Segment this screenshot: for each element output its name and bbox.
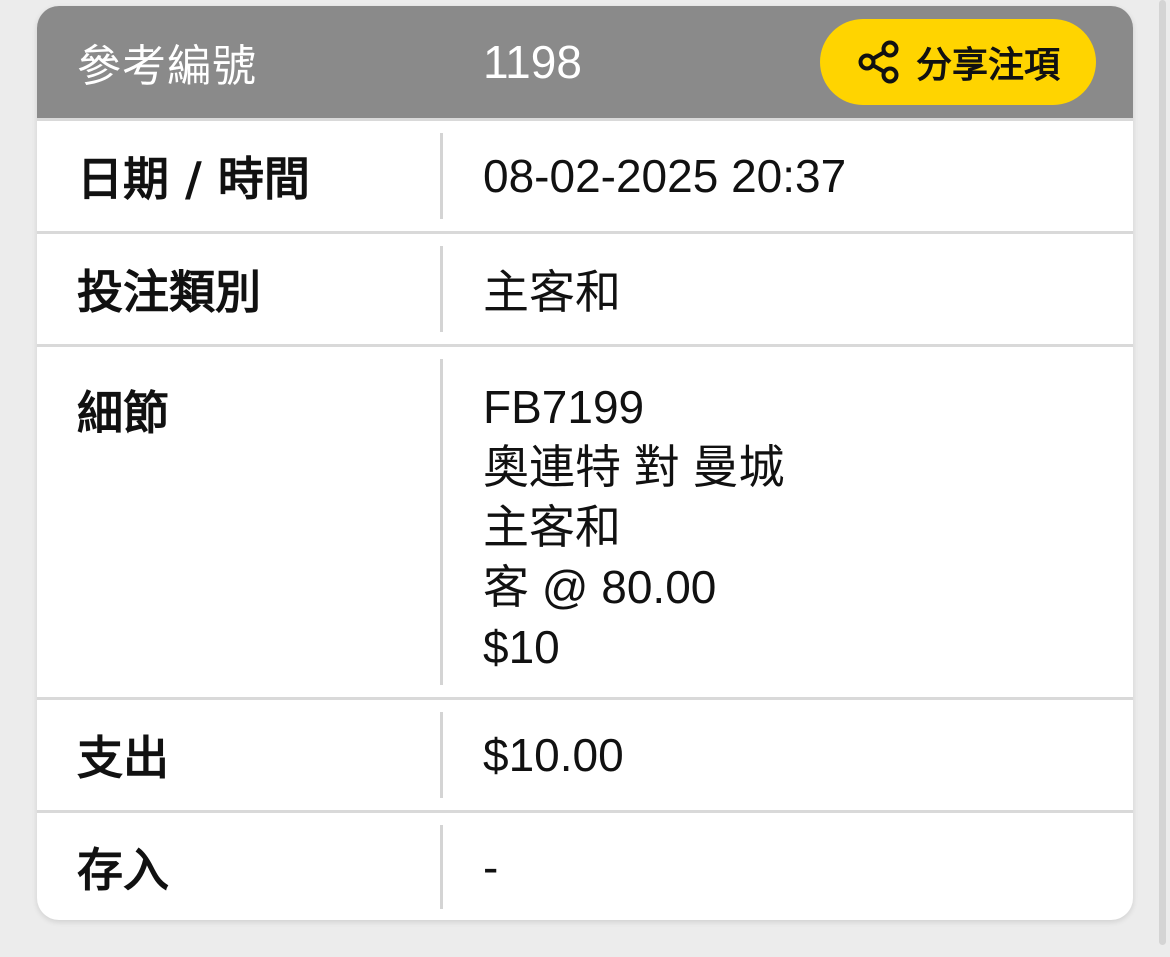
datetime-value: 08-02-2025 20:37 bbox=[483, 150, 847, 202]
expenditure-value: $10.00 bbox=[483, 729, 624, 781]
bet-type-label: 投注類別 bbox=[37, 234, 443, 344]
details-label: 細節 bbox=[37, 347, 443, 697]
bet-detail-page: 參考編號 1198 分享注項 日期 / 時間 08-02-2025 20:37 … bbox=[0, 0, 1170, 957]
bet-type-value: 主客和 bbox=[483, 266, 621, 318]
bet-detail-card: 參考編號 1198 分享注項 日期 / 時間 08-02-2025 20:37 … bbox=[37, 6, 1133, 920]
expenditure-label: 支出 bbox=[37, 700, 443, 810]
share-icon bbox=[858, 40, 899, 84]
datetime-row: 日期 / 時間 08-02-2025 20:37 bbox=[37, 118, 1133, 231]
details-value: FB7199 奧連特 對 曼城 主客和 客 @ 80.00 $10 bbox=[443, 347, 1133, 697]
card-header: 參考編號 1198 分享注項 bbox=[37, 6, 1133, 118]
details-row: 細節 FB7199 奧連特 對 曼城 主客和 客 @ 80.00 $10 bbox=[37, 344, 1133, 697]
page-scrollbar[interactable] bbox=[1159, 0, 1166, 945]
details-line-stake: $10 bbox=[483, 621, 560, 673]
details-line-bet-type: 主客和 bbox=[483, 501, 621, 553]
deposit-label: 存入 bbox=[37, 813, 443, 920]
details-line-match-code: FB7199 bbox=[483, 381, 645, 433]
deposit-row: 存入 - bbox=[37, 810, 1133, 920]
ref-number-label: 參考編號 bbox=[77, 41, 257, 92]
share-bet-button[interactable]: 分享注項 bbox=[820, 19, 1096, 105]
details-line-teams: 奧連特 對 曼城 bbox=[483, 441, 785, 493]
deposit-value: - bbox=[483, 841, 499, 893]
ref-number-value: 1198 bbox=[483, 36, 582, 88]
bet-type-row: 投注類別 主客和 bbox=[37, 231, 1133, 344]
details-line-selection-odds: 客 @ 80.00 bbox=[483, 561, 717, 613]
datetime-label: 日期 / 時間 bbox=[37, 121, 443, 231]
expenditure-row: 支出 $10.00 bbox=[37, 697, 1133, 810]
share-button-label: 分享注項 bbox=[915, 45, 1060, 86]
